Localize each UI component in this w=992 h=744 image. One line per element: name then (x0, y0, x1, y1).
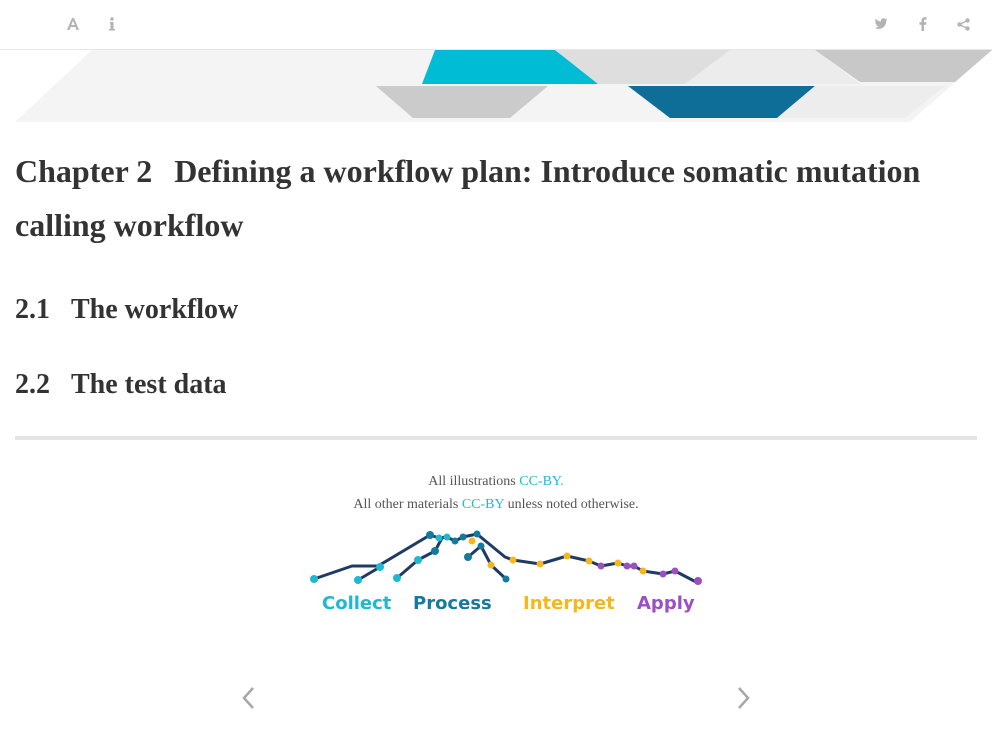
section-number: 2.2 (15, 369, 50, 400)
font-settings-icon[interactable] (63, 14, 83, 34)
logo-word-process: Process (413, 593, 492, 614)
facebook-icon[interactable] (913, 14, 933, 34)
license-text: All illustrations (428, 474, 520, 489)
share-icon[interactable] (953, 14, 973, 34)
twitter-icon[interactable] (871, 14, 891, 34)
illustrations-license-link[interactable]: CC-BY. (519, 474, 563, 489)
chevron-left-icon (242, 687, 254, 709)
chevron-right-icon (738, 687, 750, 709)
next-page-button[interactable] (732, 684, 754, 712)
info-icon[interactable] (102, 14, 122, 34)
section-heading-2-2: 2.2 The test data (15, 367, 227, 403)
license-text: All other materials (353, 497, 462, 512)
illustrations-license: All illustrations CC-BY. (0, 470, 992, 493)
section-number: 2.1 (15, 294, 50, 325)
chapter-number: Chapter 2 (15, 153, 153, 189)
logo-word-collect: Collect (322, 593, 392, 614)
chapter-heading: Chapter 2 Defining a workflow plan: Intro… (15, 144, 977, 252)
section-title: The test data (71, 369, 227, 400)
logo-word-interpret: Interpret (523, 593, 615, 614)
section-title: The workflow (71, 294, 239, 325)
collect-process-interpret-apply-logo: Collect Process Interpret Apply (305, 525, 707, 620)
header-banner (0, 50, 992, 124)
materials-license: All other materials CC-BY unless noted o… (0, 493, 992, 516)
section-heading-2-1: 2.1 The workflow (15, 292, 238, 328)
book-toolbar (0, 0, 992, 50)
footer-divider (15, 436, 977, 440)
license-suffix: unless noted otherwise. (504, 497, 639, 512)
license-footer: All illustrations CC-BY. All other mater… (0, 470, 992, 516)
previous-page-button[interactable] (238, 684, 260, 712)
logo-word-apply: Apply (637, 593, 695, 614)
materials-license-link[interactable]: CC-BY (462, 497, 504, 512)
main-content: Chapter 2 Defining a workflow plan: Intro… (15, 140, 977, 400)
